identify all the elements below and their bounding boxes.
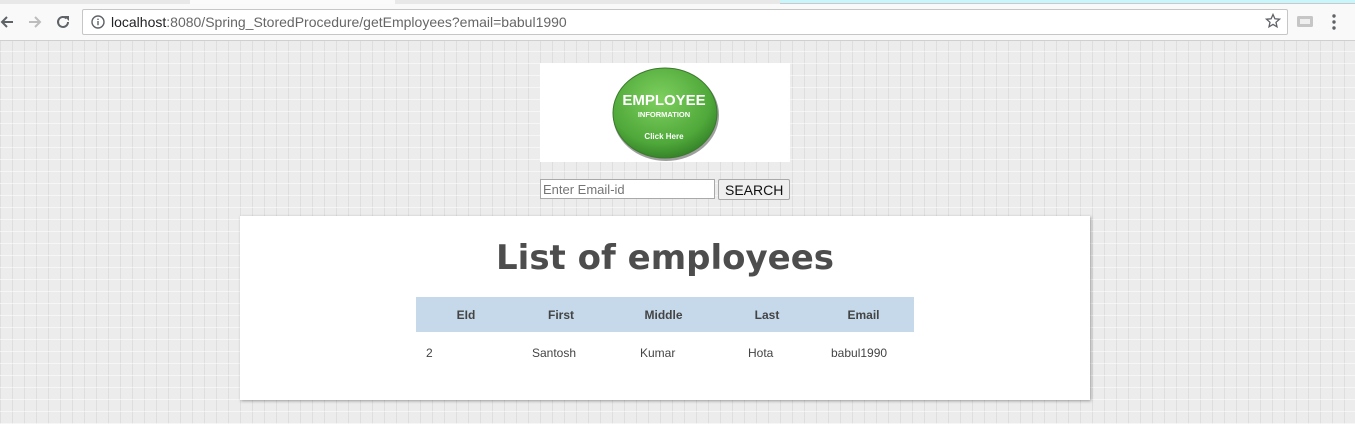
address-bar[interactable]: localhost:8080/Spring_StoredProcedure/ge… <box>82 9 1288 35</box>
employee-list-panel: List of employees EId First Middle Last … <box>240 216 1090 400</box>
forward-button[interactable] <box>24 11 46 33</box>
table-header-row: EId First Middle Last Email <box>416 297 914 332</box>
column-header-middle: Middle <box>606 297 721 332</box>
search-form: SEARCH <box>540 179 791 200</box>
browser-toolbar: localhost:8080/Spring_StoredProcedure/ge… <box>0 4 1355 41</box>
cell-first: Santosh <box>532 346 577 360</box>
search-button[interactable]: SEARCH <box>718 179 791 200</box>
url-path: :8080/Spring_StoredProcedure/getEmployee… <box>166 14 567 30</box>
cell-eid: 2 <box>426 346 433 360</box>
employee-info-logo[interactable]: EMPLOYEE INFORMATION Click Here <box>540 63 790 162</box>
column-header-first: First <box>516 297 606 332</box>
cast-extension-icon[interactable] <box>1296 15 1314 29</box>
back-arrow-icon <box>0 16 13 28</box>
logo-text-line3: Click Here <box>644 132 684 141</box>
back-button[interactable] <box>0 11 18 33</box>
email-search-input[interactable] <box>540 179 715 199</box>
column-header-email: Email <box>813 297 914 332</box>
column-header-eid: EId <box>416 297 516 332</box>
logo-text-line2: INFORMATION <box>638 110 690 119</box>
employee-table: EId First Middle Last Email 2 Santosh Ku… <box>416 297 914 374</box>
info-icon[interactable] <box>91 15 105 29</box>
forward-arrow-icon <box>29 16 42 28</box>
url-host: localhost <box>111 14 167 30</box>
cell-last: Hota <box>748 346 774 360</box>
reload-icon <box>57 15 69 28</box>
column-header-last: Last <box>721 297 813 332</box>
reload-button[interactable] <box>52 11 74 33</box>
page-title: List of employees <box>496 238 834 278</box>
cell-email: babul1990 <box>831 346 888 360</box>
table-row: 2 Santosh Kumar Hota babul1990 <box>416 332 914 374</box>
menu-dots-icon[interactable] <box>1331 13 1337 31</box>
cell-middle: Kumar <box>640 346 676 360</box>
logo-text-line1: EMPLOYEE <box>622 92 705 109</box>
bookmark-star-icon[interactable] <box>1265 13 1281 29</box>
